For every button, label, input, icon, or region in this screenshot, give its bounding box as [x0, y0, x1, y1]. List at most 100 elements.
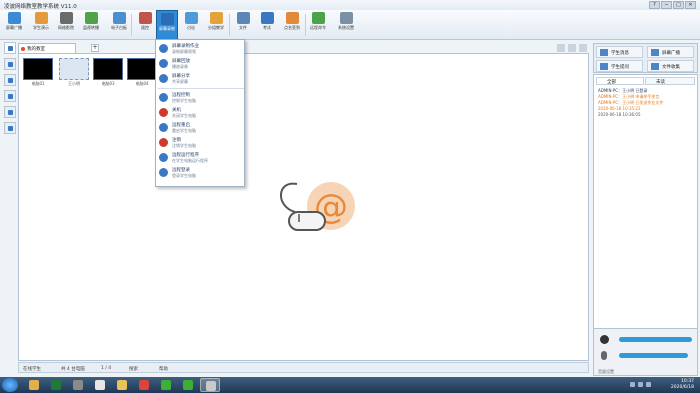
folder-icon: [117, 380, 127, 390]
login-icon: [159, 168, 168, 177]
menu-item-subtitle: 控制学生电脑: [172, 98, 196, 103]
whiteboard-button[interactable]: 电子白板: [108, 10, 130, 40]
taskbar-app[interactable]: [178, 378, 198, 392]
mic-volume-slider[interactable]: [619, 353, 689, 358]
network-movie-button[interactable]: 网络影院: [55, 10, 77, 40]
tab-my-classroom[interactable]: 我的教室: [18, 43, 76, 53]
exam-button[interactable]: 考试: [256, 10, 278, 40]
close-button[interactable]: ✕: [685, 1, 696, 9]
grid-view-icon-glyph: [8, 46, 13, 51]
app-window: 凌波网络教室教学系统 V11.0 ? ─ □ ✕ 屏幕广播 学生演示 网络影院 监视转…: [0, 0, 700, 378]
screen-broadcast-button[interactable]: 屏幕广播: [3, 10, 25, 40]
tab-file-collect[interactable]: 文件收集: [647, 60, 694, 72]
monitor-button[interactable]: 监视转播: [80, 10, 102, 40]
remote-control-button[interactable]: 遥控: [134, 10, 156, 40]
tab-label: 学生消息: [611, 51, 629, 56]
tray-icon[interactable]: [630, 382, 635, 387]
chat-button[interactable]: 讨论: [180, 10, 202, 40]
taskbar-app[interactable]: [156, 378, 176, 392]
pen-icon[interactable]: [4, 90, 16, 102]
speaker-icon[interactable]: [600, 335, 609, 344]
collect-icon: [651, 63, 659, 70]
main-toolbar: 屏幕广播 学生演示 网络影院 监视转播 电子白板 遥控 屏幕录制 讨论 分组教学 文件 考试 点名签到…: [0, 10, 700, 40]
system-tray: [630, 382, 651, 387]
tab-questions[interactable]: 学生提问: [596, 60, 643, 72]
menu-item[interactable]: 远程重启 重启学生电脑: [156, 121, 244, 134]
menu-item-subtitle: 注销学生电脑: [172, 143, 196, 148]
grid-view-icon[interactable]: [4, 42, 16, 54]
status-item[interactable]: 1 / 4: [101, 366, 111, 371]
tab-student-messages[interactable]: 学生消息: [596, 46, 643, 58]
tray-icon[interactable]: [646, 382, 651, 387]
subtab-all[interactable]: 全部: [596, 77, 644, 85]
export-icon[interactable]: [579, 44, 587, 52]
list-view-icon[interactable]: [4, 58, 16, 70]
remote-icon: [138, 12, 152, 24]
monitor-icon: [84, 12, 98, 24]
roll-call-button[interactable]: 点名签到: [281, 10, 303, 40]
exam-icon: [260, 12, 274, 24]
student-tile[interactable]: 电脑01: [23, 58, 53, 86]
maximize-button[interactable]: □: [673, 1, 684, 9]
list-view-icon-glyph: [8, 62, 13, 67]
taskbar-app[interactable]: [134, 378, 154, 392]
add-tab-button[interactable]: +: [91, 44, 99, 52]
chat-bubble-icon[interactable]: [4, 122, 16, 134]
user-icon[interactable]: [4, 74, 16, 86]
audio-settings-label[interactable]: 音量设置: [598, 369, 614, 375]
roll-call-label: 点名签到: [284, 25, 300, 30]
menu-item[interactable]: 关机 关闭学生电脑: [156, 106, 244, 119]
taskbar-app[interactable]: [200, 378, 220, 392]
menu-item[interactable]: 远程运行程序 在学生电脑运行程序: [156, 151, 244, 164]
media-icon: [73, 380, 83, 390]
taskbar-app[interactable]: [46, 378, 66, 392]
minimize-button[interactable]: ─: [661, 1, 672, 9]
group-icon[interactable]: [4, 106, 16, 118]
menu-item[interactable]: 远程控制 控制学生电脑: [156, 91, 244, 104]
menu-item[interactable]: 注销 注销学生电脑: [156, 136, 244, 149]
menu-item[interactable]: 屏幕分享 共享屏幕: [156, 72, 244, 85]
settings-label: 系统设置: [338, 25, 354, 30]
left-view-bar: [4, 42, 17, 167]
right-tabs: 学生消息 屏幕广播 学生提问 文件收集: [593, 43, 698, 73]
menu-item[interactable]: 屏幕回放 播放录像: [156, 57, 244, 70]
taskbar-app[interactable]: [112, 378, 132, 392]
menu-item[interactable]: 远程登录 登录学生电脑: [156, 166, 244, 179]
broadcast-view-button[interactable]: 屏幕录制: [156, 10, 178, 40]
start-button[interactable]: [2, 378, 18, 392]
student-tile[interactable]: 电脑03: [93, 58, 123, 86]
record-icon: [160, 13, 174, 25]
status-item[interactable]: 搜索: [129, 366, 138, 372]
menu-item[interactable]: 屏幕录制作业 录制屏幕视频: [156, 42, 244, 55]
taskbar-app[interactable]: [90, 378, 110, 392]
taskbar-app[interactable]: [24, 378, 44, 392]
student-demo-button[interactable]: 学生演示: [30, 10, 52, 40]
taskbar-app[interactable]: [68, 378, 88, 392]
subtab-unread[interactable]: 未读: [645, 77, 695, 85]
screen-record-icon: [159, 44, 168, 53]
student-tile[interactable]: 王小明: [59, 58, 89, 86]
help-button[interactable]: ?: [649, 1, 660, 9]
student-tile[interactable]: 电脑04: [127, 58, 157, 86]
message-subtabs: 全部 未读: [596, 77, 695, 85]
group-icon-glyph: [8, 110, 13, 115]
file-send-label: 文件: [239, 25, 247, 30]
status-item[interactable]: 在线学生: [23, 366, 41, 372]
file-send-button[interactable]: 文件: [232, 10, 254, 40]
group-button[interactable]: 分组教学: [205, 10, 227, 40]
status-item[interactable]: 共 4 台电脑: [61, 366, 85, 372]
prev-icon[interactable]: [557, 44, 565, 52]
speaker-volume-slider[interactable]: [619, 337, 692, 342]
tab-screen-broadcast[interactable]: 屏幕广播: [647, 46, 694, 58]
settings-button[interactable]: 系统设置: [335, 10, 357, 40]
next-icon[interactable]: [568, 44, 576, 52]
message-box: 全部 未读 ADMIN-PC：王小明 已登录 ADMIN-PC：王小明 申请举手发…: [593, 74, 698, 364]
remote-command-button[interactable]: 远程命令: [307, 10, 329, 40]
status-item[interactable]: 帮助: [159, 366, 168, 372]
microphone-icon[interactable]: [601, 351, 607, 360]
tray-icon[interactable]: [638, 382, 643, 387]
clock[interactable]: 10:37 2020/6/18: [671, 379, 694, 391]
exam-label: 考试: [263, 25, 271, 30]
tab-label: 学生提问: [611, 65, 629, 70]
question-icon: [600, 63, 608, 70]
